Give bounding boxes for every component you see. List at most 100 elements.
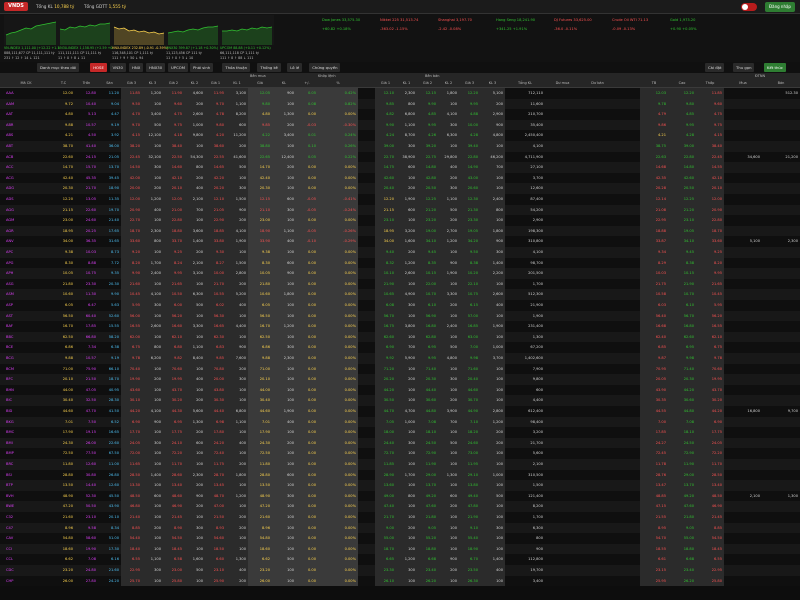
symbol-cell[interactable]: CDC — [0, 565, 52, 576]
tab-phái-sinh[interactable]: Phái sinh — [190, 63, 214, 72]
table-row[interactable]: CHP 26.00 27.80 24.20 25.70 100 25.80 100 25.90 2… — [0, 575, 800, 587]
index-chart-hnx30-index[interactable]: HNX30 399.87 (+1.18 +0.30%) 11,123,456 CP… — [166, 15, 220, 62]
symbol-cell[interactable]: AST — [0, 311, 52, 322]
symbol-cell[interactable]: BTP — [0, 480, 52, 491]
tab-danh-mục-theo-dõi[interactable]: Danh mục theo dõi — [37, 63, 80, 72]
table-row[interactable]: BVH 48.90 52.30 45.50 48.50 600 48.60 900 48.70 1… — [0, 490, 800, 502]
symbol-cell[interactable]: ABR — [0, 120, 52, 131]
symbol-cell[interactable]: C32 — [0, 512, 52, 523]
index-chart-vn-index[interactable]: VN-INDEX 1,111.00 (+12.22 +1.11%) 888,111… — [4, 15, 60, 62]
market-crude-oil-wti[interactable]: Crude Oil WTI 71.13 -0.09 -0.13% — [612, 18, 668, 31]
table-row[interactable]: ABR 9.88 10.57 9.19 9.70 500 9.75 1,000 9.80 600 9… — [0, 119, 800, 131]
symbol-cell[interactable]: C47 — [0, 523, 52, 534]
table-row[interactable]: BCM 71.00 75.90 66.10 70.40 100 70.60 100 70.80 2… — [0, 363, 800, 375]
market-dow-jones[interactable]: Dow Jones 33,575.30 +60.82 +0.18% — [322, 18, 378, 31]
symbol-cell[interactable]: CHP — [0, 576, 52, 587]
symbol-cell[interactable]: BBC — [0, 332, 52, 343]
symbol-cell[interactable]: BCG — [0, 353, 52, 364]
table-row[interactable]: ACB 22.60 24.15 21.05 22.45 32,100 22.50 54,300… — [0, 151, 800, 163]
table-row[interactable]: ADS 12.20 13.05 11.35 12.00 1,200 12.05 2,100 12… — [0, 194, 800, 205]
symbol-cell[interactable]: AGM — [0, 215, 52, 226]
table-row[interactable]: ACG 42.40 45.35 39.45 42.00 100 42.10 200 42.20 1… — [0, 172, 800, 184]
symbol-cell[interactable]: ACC — [0, 162, 52, 173]
symbol-cell[interactable]: APC — [0, 247, 52, 258]
table-row[interactable]: AGM 23.00 24.60 21.40 22.70 100 22.80 100 22.90 2… — [0, 215, 800, 226]
symbol-cell[interactable]: APG — [0, 258, 52, 269]
table-row[interactable]: BRC 11.80 12.60 11.00 11.65 100 11.70 100 11.75 2… — [0, 459, 800, 470]
symbol-cell[interactable]: AAT — [0, 109, 52, 120]
table-row[interactable]: BAF 16.70 17.85 15.55 16.55 2,600 16.60 3,300 16… — [0, 321, 800, 332]
symbol-cell[interactable]: BCE — [0, 342, 52, 353]
table-row[interactable]: C47 8.96 9.58 8.34 8.85 200 8.90 300 8.93 200 8.96… — [0, 522, 800, 534]
vnds-logo[interactable]: VNDS — [4, 2, 28, 11]
tab-chứng-quyền[interactable]: Chứng quyền — [309, 63, 341, 72]
table-row[interactable]: BMC 17.90 19.15 16.65 17.70 100 17.75 200 17.80 1… — [0, 427, 800, 438]
control-kết-thúc[interactable]: Kết thúc — [764, 63, 786, 72]
table-row[interactable]: APG 8.30 8.88 7.72 8.20 1,700 8.24 2,100 8.27 1,5… — [0, 257, 800, 269]
table-row[interactable]: CCL 6.62 7.08 6.16 6.55 1,100 6.58 1,600 6.60 1,3… — [0, 554, 800, 565]
symbol-cell[interactable]: AGG — [0, 205, 52, 216]
table-row[interactable]: BMI 24.30 26.00 22.60 24.05 300 24.10 600 24.20 4… — [0, 437, 800, 449]
tab-lô-lẻ[interactable]: Lô lẻ — [287, 63, 303, 72]
symbol-cell[interactable]: BMI — [0, 438, 52, 449]
table-row[interactable]: APC 9.38 10.03 8.73 9.20 100 9.25 200 9.30 100 9.3… — [0, 247, 800, 258]
symbol-cell[interactable]: BID — [0, 406, 52, 417]
index-chart-upcom-index[interactable]: UPCOM 88.88 (+0.11 +0.12%) 66,111,118 CP … — [220, 15, 274, 62]
table-row[interactable]: ACC 14.70 15.70 13.70 14.50 300 14.60 800 14.65 5… — [0, 162, 800, 173]
table-row[interactable]: ABS 4.21 4.50 3.92 4.15 12,100 4.18 9,800 4.20 11… — [0, 130, 800, 141]
table-row[interactable]: ABT 38.70 41.40 36.00 38.20 100 38.40 100 38.60 2… — [0, 141, 800, 152]
symbol-cell[interactable]: BVH — [0, 491, 52, 502]
table-row[interactable]: BCE 6.86 7.34 6.38 6.75 800 6.80 1,100 6.83 900 6.… — [0, 342, 800, 353]
symbol-cell[interactable]: BFC — [0, 374, 52, 385]
table-row[interactable]: BID 44.60 47.70 41.50 44.20 4,100 44.30 5,600 44… — [0, 406, 800, 417]
table-row[interactable]: BWE 47.20 50.50 43.90 46.80 100 46.90 200 47.00 1… — [0, 501, 800, 512]
table-row[interactable]: BSI 28.80 30.80 26.80 28.50 1,400 28.60 2,300 28… — [0, 469, 800, 481]
symbol-cell[interactable]: ACG — [0, 173, 52, 184]
table-row[interactable]: C32 21.60 23.10 20.10 21.40 100 21.45 100 21.50 2… — [0, 512, 800, 523]
tab-hnx[interactable]: HNX — [129, 63, 144, 72]
table-row[interactable]: APH 10.05 10.75 9.35 9.90 2,400 9.95 3,100 10.00… — [0, 268, 800, 279]
table-row[interactable]: BCG 9.88 10.57 9.19 9.78 6,200 9.82 8,400 9.85 7,… — [0, 353, 800, 364]
table-row[interactable]: BMP 72.50 77.50 67.50 72.00 100 72.20 100 72.40 1… — [0, 448, 800, 459]
tab-hnx30[interactable]: HNX30 — [146, 63, 166, 72]
symbol-cell[interactable]: AAM — [0, 99, 52, 110]
symbol-cell[interactable]: BAF — [0, 321, 52, 332]
symbol-cell[interactable]: CAV — [0, 533, 52, 544]
table-row[interactable]: ADG 20.30 21.70 18.90 20.00 200 20.10 400 20.20 3… — [0, 183, 800, 194]
table-row[interactable]: AAA 12.00 12.80 11.20 11.85 1,200 11.90 4,600 11… — [0, 88, 800, 99]
table-row[interactable]: CCI 18.60 19.90 17.30 18.40 100 18.45 100 18.50 1… — [0, 543, 800, 555]
symbol-cell[interactable]: ACB — [0, 152, 52, 163]
tab-thỏa-thuận[interactable]: Thỏa thuận — [222, 63, 251, 72]
table-row[interactable]: AST 56.50 60.40 52.60 56.00 100 56.20 100 56.30 1… — [0, 310, 800, 322]
symbol-cell[interactable]: ASM — [0, 289, 52, 300]
market-hang-seng[interactable]: Hang Seng 18,241.90 +341.25 +1.91% — [496, 18, 552, 31]
control-cài-đặt[interactable]: Cài đặt — [705, 63, 725, 72]
symbol-cell[interactable]: CCL — [0, 554, 52, 565]
market-nikkei-225[interactable]: Nikkei 225 31,513.74 -363.02 -1.15% — [380, 18, 436, 31]
symbol-cell[interactable]: BMC — [0, 427, 52, 438]
tab-upcom[interactable]: UPCOM — [168, 63, 188, 72]
symbol-cell[interactable]: BSI — [0, 470, 52, 481]
table-row[interactable]: BFC 20.10 21.50 18.70 19.90 200 19.95 400 20.00 3… — [0, 374, 800, 385]
symbol-cell[interactable]: APH — [0, 268, 52, 279]
symbol-cell[interactable]: ASP — [0, 300, 52, 311]
symbol-cell[interactable]: BKG — [0, 417, 52, 428]
symbol-cell[interactable]: BWE — [0, 501, 52, 512]
table-row[interactable]: AGR 18.95 20.25 17.65 18.70 2,300 18.80 3,600 18… — [0, 225, 800, 237]
login-button[interactable]: Đăng nhập — [765, 2, 795, 12]
market-shanghai[interactable]: Shanghai 3,197.70 -2.42 -0.08% — [438, 18, 494, 31]
table-row[interactable]: ASM 10.60 11.30 9.90 10.45 4,100 10.50 6,300 10.… — [0, 289, 800, 300]
symbol-cell[interactable]: ASG — [0, 279, 52, 290]
symbol-cell[interactable]: ANV — [0, 236, 52, 247]
table-row[interactable]: ASG 21.80 23.30 20.30 21.60 100 21.65 100 21.70 2… — [0, 278, 800, 290]
tab-vn30[interactable]: VN30 — [109, 63, 126, 72]
symbol-cell[interactable]: BCM — [0, 364, 52, 375]
table-row[interactable]: ASP 6.05 6.47 5.63 5.95 300 6.00 500 6.02 400 6.05… — [0, 300, 800, 311]
symbol-cell[interactable]: AGR — [0, 226, 52, 237]
table-row[interactable]: BKG 7.01 7.50 6.52 6.90 900 6.95 1,300 6.98 1,100… — [0, 416, 800, 428]
symbol-cell[interactable]: BIC — [0, 395, 52, 406]
symbol-cell[interactable]: ABT — [0, 141, 52, 152]
tab-hose[interactable]: HOSE — [90, 63, 107, 72]
index-chart-hnx-index[interactable]: HNX-INDEX 232.89 (-0.91 -0.39%) 116,348,1… — [112, 15, 168, 62]
symbol-cell[interactable]: ABS — [0, 130, 52, 141]
